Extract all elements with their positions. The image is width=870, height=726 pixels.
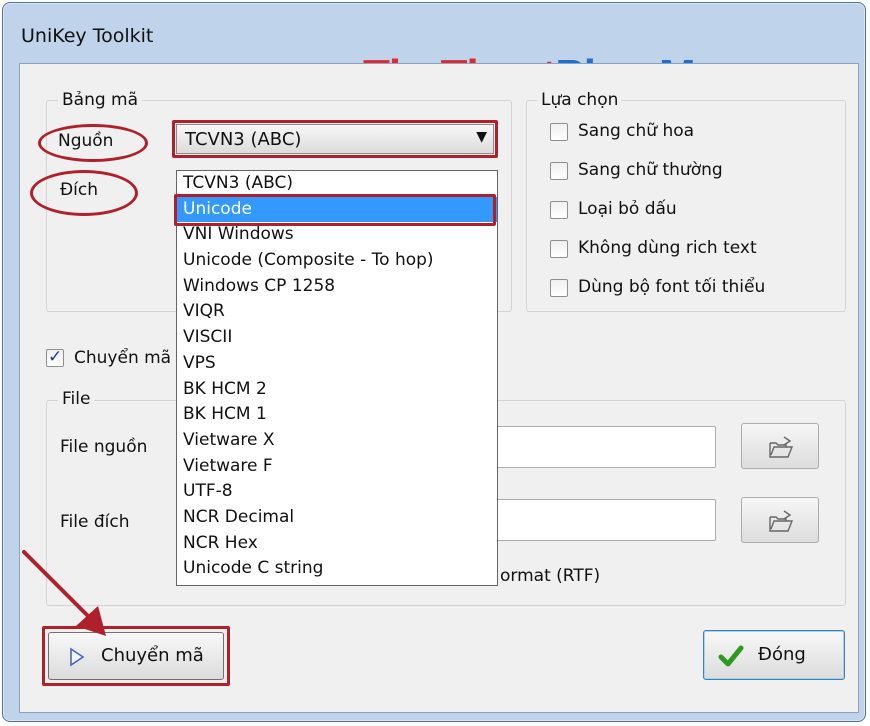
target-option-bk-hcm-2[interactable]: BK HCM 2 [177, 377, 497, 403]
open-folder-icon [769, 436, 794, 458]
open-folder-icon [769, 510, 794, 532]
browse-target-button[interactable] [741, 497, 819, 543]
option-uppercase-checkbox[interactable] [550, 123, 568, 141]
target-option-windows-cp-1258[interactable]: Windows CP 1258 [177, 274, 497, 300]
lua-chon-group-label: Lựa chọn [537, 90, 623, 110]
file-target-input[interactable] [496, 499, 716, 541]
file-group-label: File [58, 389, 95, 409]
option-lowercase-checkbox[interactable] [550, 162, 568, 180]
target-option-viqr[interactable]: VIQR [177, 299, 497, 325]
window-title: UniKey Toolkit [21, 25, 154, 47]
bang-ma-group-label: Bảng mã [58, 90, 143, 110]
target-option-tcvn3[interactable]: TCVN3 (ABC) [177, 171, 497, 197]
option-lowercase-label: Sang chữ thường [578, 160, 723, 180]
target-option-vps[interactable]: VPS [177, 351, 497, 377]
target-option-vietware-x[interactable]: Vietware X [177, 428, 497, 454]
target-option-vni-windows[interactable]: VNI Windows [177, 222, 497, 248]
option-min-font-checkbox[interactable] [550, 279, 568, 297]
target-option-viscii[interactable]: VISCII [177, 325, 497, 351]
annotation-box-unicode-option [174, 194, 496, 226]
rtf-option-label: ormat (RTF) [500, 566, 601, 586]
option-no-rich-text-checkbox[interactable] [550, 240, 568, 258]
file-source-input[interactable] [496, 426, 716, 468]
option-uppercase-label: Sang chữ hoa [578, 121, 695, 141]
browse-source-button[interactable] [741, 423, 819, 469]
file-source-label: File nguồn [60, 437, 148, 457]
annotation-box-source-select [172, 120, 498, 158]
target-option-utf-8[interactable]: UTF-8 [177, 479, 497, 505]
close-button-label: Đóng [758, 644, 806, 665]
target-option-ncr-decimal[interactable]: NCR Decimal [177, 505, 497, 531]
checkmark-icon: ✓ [48, 347, 63, 367]
option-remove-accents-checkbox[interactable] [550, 201, 568, 219]
option-min-font-label: Dùng bộ font tối thiểu [578, 277, 766, 297]
target-option-vietware-f[interactable]: Vietware F [177, 454, 497, 480]
checkmark-icon [718, 645, 744, 667]
close-button[interactable]: Đóng [703, 630, 845, 680]
annotation-arrow-icon [22, 550, 106, 636]
clipboard-convert-checkbox[interactable]: ✓ [46, 347, 64, 367]
clipboard-convert-label: Chuyển mã [74, 348, 172, 368]
target-option-unicode-c-string[interactable]: Unicode C string [177, 556, 497, 582]
target-encoding-list[interactable]: TCVN3 (ABC) Unicode VNI Windows Unicode … [176, 170, 498, 586]
target-option-ncr-hex[interactable]: NCR Hex [177, 531, 497, 557]
option-remove-accents-label: Loại bỏ dấu [578, 199, 677, 219]
option-no-rich-text-label: Không dùng rich text [578, 238, 757, 258]
target-option-unicode-composite[interactable]: Unicode (Composite - To hop) [177, 248, 497, 274]
annotation-ellipse-target [30, 170, 138, 216]
annotation-ellipse-source [38, 124, 148, 162]
target-option-bk-hcm-1[interactable]: BK HCM 1 [177, 402, 497, 428]
file-target-label: File đích [60, 512, 130, 532]
